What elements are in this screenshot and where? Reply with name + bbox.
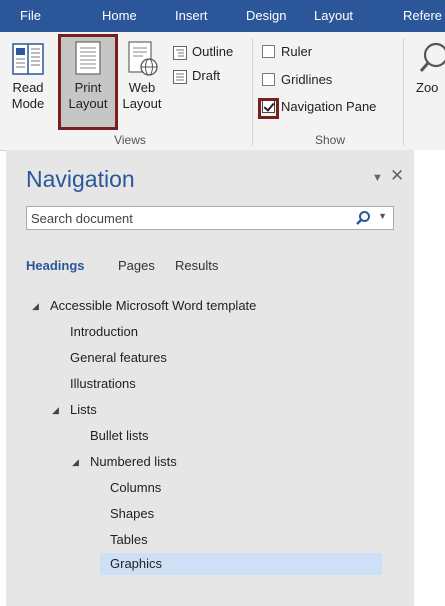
heading-item[interactable]: Tables: [6, 529, 414, 551]
search-icon[interactable]: [355, 210, 371, 231]
heading-text: Illustrations: [70, 376, 136, 391]
read-mode-label-line2: Mode: [11, 96, 45, 111]
navigation-pane-highlight: [258, 98, 279, 119]
read-mode-icon: [12, 43, 44, 75]
views-group-separator: [252, 38, 253, 146]
heading-item-selected[interactable]: Graphics: [6, 553, 414, 575]
tab-layout[interactable]: Layout: [314, 0, 353, 32]
ruler-checkbox[interactable]: Ruler: [262, 42, 312, 62]
outline-label: Outline: [192, 44, 234, 59]
gridlines-checkbox[interactable]: Gridlines: [262, 70, 332, 90]
read-mode-button[interactable]: Read Mode: [4, 38, 52, 122]
heading-item[interactable]: ◢ Numbered lists: [6, 451, 414, 473]
navigation-pane: Navigation ▼ ✕ ▼ Headings Pages Results …: [6, 150, 414, 606]
heading-item[interactable]: Shapes: [6, 503, 414, 525]
ribbon: Read Mode Print Layout Web Layout Outlin…: [0, 32, 445, 151]
heading-item[interactable]: ◢ Lists: [6, 399, 414, 421]
navigation-pane-checkbox[interactable]: Navigation Pane: [262, 97, 376, 117]
views-group-label: Views: [114, 133, 146, 147]
gridlines-label: Gridlines: [281, 72, 333, 87]
close-pane-icon[interactable]: ✕: [390, 166, 404, 186]
heading-item[interactable]: General features: [6, 347, 414, 369]
gridlines-checkbox-box[interactable]: [262, 73, 275, 87]
draft-button[interactable]: Draft: [172, 66, 220, 86]
heading-item[interactable]: Introduction: [6, 321, 414, 343]
web-layout-button[interactable]: Web Layout: [118, 38, 166, 122]
show-group-label: Show: [314, 133, 346, 147]
print-layout-highlight: [58, 34, 118, 130]
collapse-triangle-icon[interactable]: ◢: [52, 399, 59, 421]
heading-item[interactable]: ◢ Accessible Microsoft Word template: [6, 295, 414, 317]
search-box: ▼: [26, 206, 394, 230]
heading-text: Introduction: [70, 324, 138, 339]
tab-design[interactable]: Design: [246, 0, 286, 32]
outline-icon: [173, 45, 187, 60]
collapse-triangle-icon[interactable]: ◢: [32, 295, 39, 317]
search-options-dropdown-icon[interactable]: ▼: [378, 211, 387, 221]
heading-text: Columns: [110, 480, 162, 495]
collapse-triangle-icon[interactable]: ◢: [72, 451, 79, 473]
heading-item[interactable]: Columns: [6, 477, 414, 499]
ribbon-tab-bar: File Home Insert Design Layout Refere: [0, 0, 445, 32]
web-layout-icon: [128, 41, 158, 76]
heading-text: Tables: [110, 532, 148, 547]
tab-results[interactable]: Results: [175, 258, 218, 273]
document-area[interactable]: [414, 150, 445, 606]
search-input[interactable]: [27, 207, 351, 229]
heading-text: Shapes: [110, 506, 155, 521]
tab-insert[interactable]: Insert: [175, 0, 208, 32]
pane-options-dropdown-icon[interactable]: ▼: [372, 172, 383, 184]
zoom-button[interactable]: Zoo: [414, 38, 445, 122]
tab-home[interactable]: Home: [102, 0, 137, 32]
draft-label: Draft: [192, 68, 221, 83]
heading-item[interactable]: Illustrations: [6, 373, 414, 395]
outline-button[interactable]: Outline: [172, 42, 233, 62]
magnifier-icon: [419, 42, 445, 72]
tab-headings[interactable]: Headings: [26, 258, 85, 273]
heading-text: General features: [70, 350, 167, 365]
tab-references[interactable]: Refere: [403, 0, 442, 32]
web-layout-label-line1: Web: [128, 80, 156, 95]
tab-file[interactable]: File: [20, 0, 41, 32]
read-mode-label-line1: Read: [12, 80, 44, 95]
heading-text: Bullet lists: [90, 428, 149, 443]
navigation-pane-label: Navigation Pane: [281, 99, 377, 114]
zoom-label: Zoo: [416, 80, 439, 95]
draft-icon: [173, 69, 187, 84]
web-layout-label-line2: Layout: [122, 96, 162, 111]
ruler-checkbox-box[interactable]: [262, 45, 275, 59]
heading-text: Accessible Microsoft Word template: [50, 298, 257, 313]
tab-pages[interactable]: Pages: [118, 258, 155, 273]
heading-text: Lists: [70, 402, 97, 417]
navigation-pane-title: Navigation: [26, 166, 135, 192]
heading-text: Graphics: [110, 556, 163, 571]
heading-item[interactable]: Bullet lists: [6, 425, 414, 447]
show-group-separator: [403, 38, 404, 146]
heading-text: Numbered lists: [90, 454, 177, 469]
ruler-label: Ruler: [281, 44, 313, 59]
